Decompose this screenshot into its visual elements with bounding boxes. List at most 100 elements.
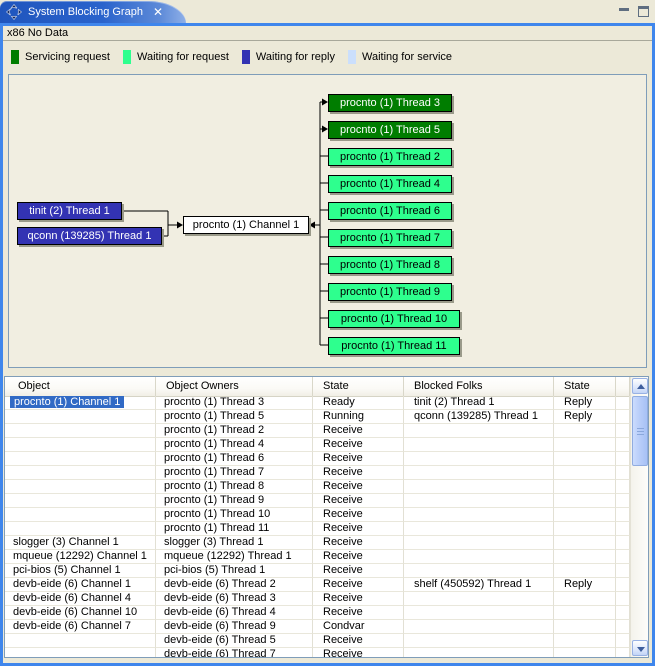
table-row[interactable]: procnto (1) Thread 6Receive bbox=[5, 452, 630, 466]
graph-node-right-thread[interactable]: procnto (1) Thread 8 bbox=[328, 256, 452, 274]
table-cell bbox=[5, 452, 156, 466]
tab-title: System Blocking Graph bbox=[28, 6, 143, 18]
table-row[interactable]: devb-eide (6) Channel 1devb-eide (6) Thr… bbox=[5, 578, 630, 592]
table-row[interactable]: procnto (1) Thread 9Receive bbox=[5, 494, 630, 508]
legend-label: Servicing request bbox=[25, 51, 110, 63]
vertical-scrollbar[interactable] bbox=[630, 377, 648, 657]
column-header-state[interactable]: State bbox=[554, 377, 616, 396]
table-row[interactable]: devb-eide (6) Channel 4devb-eide (6) Thr… bbox=[5, 592, 630, 606]
table-cell: Receive bbox=[313, 550, 404, 564]
column-header-blocked-folks[interactable]: Blocked Folks bbox=[404, 377, 554, 396]
tab-close-icon[interactable]: ✕ bbox=[153, 6, 163, 18]
graph-node-right-thread[interactable]: procnto (1) Thread 11 bbox=[328, 337, 460, 355]
column-header-object-owners[interactable]: Object Owners bbox=[156, 377, 313, 396]
table-cell bbox=[616, 466, 630, 480]
table-cell: Receive bbox=[313, 564, 404, 578]
table-cell bbox=[5, 438, 156, 452]
table-row[interactable]: procnto (1) Thread 11Receive bbox=[5, 522, 630, 536]
table-row[interactable]: mqueue (12292) Channel 1mqueue (12292) T… bbox=[5, 550, 630, 564]
legend-item: Waiting for request bbox=[123, 50, 229, 64]
table-row[interactable]: procnto (1) Channel 1 procnto (1) Thread … bbox=[5, 396, 630, 410]
table-cell: Receive bbox=[313, 634, 404, 648]
table-cell: shelf (450592) Thread 1 bbox=[404, 578, 554, 592]
table-cell: devb-eide (6) Channel 4 bbox=[5, 592, 156, 606]
graph-node-left-thread[interactable]: qconn (139285) Thread 1 bbox=[17, 227, 162, 245]
table-cell: Ready bbox=[313, 396, 404, 410]
table-cell bbox=[5, 494, 156, 508]
scroll-up-button[interactable] bbox=[632, 378, 648, 394]
table-cell bbox=[554, 424, 616, 438]
legend-item: Waiting for service bbox=[348, 50, 452, 64]
table-cell bbox=[404, 606, 554, 620]
table-cell: mqueue (12292) Channel 1 bbox=[5, 550, 156, 564]
graph-node-right-thread[interactable]: procnto (1) Thread 10 bbox=[328, 310, 460, 328]
table-row[interactable]: procnto (1) Thread 2Receive bbox=[5, 424, 630, 438]
blocking-table: ObjectObject OwnersStateBlocked FolksSta… bbox=[4, 376, 649, 658]
graph-node-right-thread[interactable]: procnto (1) Thread 2 bbox=[328, 148, 452, 166]
graph-node-right-thread[interactable]: procnto (1) Thread 7 bbox=[328, 229, 452, 247]
table-row[interactable]: devb-eide (6) Thread 7Receive bbox=[5, 648, 630, 657]
table-cell bbox=[616, 396, 630, 410]
graph-node-right-thread[interactable]: procnto (1) Thread 5 bbox=[328, 121, 452, 139]
table-cell bbox=[5, 410, 156, 424]
table-cell bbox=[554, 592, 616, 606]
table-row[interactable]: devb-eide (6) Channel 7devb-eide (6) Thr… bbox=[5, 620, 630, 634]
up-arrow-icon bbox=[637, 384, 645, 389]
table-cell bbox=[5, 634, 156, 648]
legend-swatch-icon bbox=[348, 50, 356, 64]
table-row[interactable]: devb-eide (6) Thread 5Receive bbox=[5, 634, 630, 648]
table-cell bbox=[554, 648, 616, 657]
table-row[interactable]: procnto (1) Thread 10Receive bbox=[5, 508, 630, 522]
table-cell: slogger (3) Thread 1 bbox=[156, 536, 313, 550]
table-cell: Receive bbox=[313, 424, 404, 438]
legend-label: Waiting for reply bbox=[256, 51, 335, 63]
table-row[interactable]: procnto (1) Thread 8Receive bbox=[5, 480, 630, 494]
table-cell: procnto (1) Thread 3 bbox=[156, 396, 313, 410]
table-row[interactable]: pci-bios (5) Channel 1pci-bios (5) Threa… bbox=[5, 564, 630, 578]
table-cell bbox=[404, 424, 554, 438]
table-row[interactable]: procnto (1) Thread 7Receive bbox=[5, 466, 630, 480]
table-cell bbox=[404, 634, 554, 648]
table-cell: procnto (1) Channel 1 bbox=[5, 396, 156, 410]
graph-node-right-thread[interactable]: procnto (1) Thread 4 bbox=[328, 175, 452, 193]
graph-node-left-thread[interactable]: tinit (2) Thread 1 bbox=[17, 202, 122, 220]
tab-system-blocking-graph[interactable]: System Blocking Graph ✕ bbox=[0, 1, 186, 23]
view-content: x86 No Data Servicing requestWaiting for… bbox=[0, 23, 655, 666]
table-cell: procnto (1) Thread 2 bbox=[156, 424, 313, 438]
thumb-grip-icon bbox=[637, 428, 644, 429]
table-cell: Reply bbox=[554, 396, 616, 410]
minimize-icon[interactable] bbox=[619, 5, 630, 18]
table-cell bbox=[554, 494, 616, 508]
scroll-down-button[interactable] bbox=[632, 640, 648, 656]
table-cell: Receive bbox=[313, 452, 404, 466]
table-cell bbox=[554, 438, 616, 452]
table-cell bbox=[404, 592, 554, 606]
table-row[interactable]: procnto (1) Thread 5Runningqconn (139285… bbox=[5, 410, 630, 424]
table-cell bbox=[404, 438, 554, 452]
column-header-state[interactable]: State bbox=[313, 377, 404, 396]
graph-node-right-thread[interactable]: procnto (1) Thread 3 bbox=[328, 94, 452, 112]
table-cell: procnto (1) Thread 8 bbox=[156, 480, 313, 494]
column-header-object[interactable]: Object bbox=[5, 377, 156, 396]
table-cell: procnto (1) Thread 4 bbox=[156, 438, 313, 452]
table-cell: Receive bbox=[313, 606, 404, 620]
table-cell bbox=[616, 452, 630, 466]
selected-cell[interactable]: procnto (1) Channel 1 bbox=[10, 396, 124, 408]
table-cell: Running bbox=[313, 410, 404, 424]
table-row[interactable]: devb-eide (6) Channel 10devb-eide (6) Th… bbox=[5, 606, 630, 620]
scrollbar-thumb[interactable] bbox=[632, 396, 648, 466]
table-row[interactable]: procnto (1) Thread 4Receive bbox=[5, 438, 630, 452]
table-cell: devb-eide (6) Thread 5 bbox=[156, 634, 313, 648]
table-cell bbox=[616, 480, 630, 494]
blocking-graph-canvas[interactable]: tinit (2) Thread 1 qconn (139285) Thread … bbox=[8, 74, 647, 368]
table-cell: procnto (1) Thread 5 bbox=[156, 410, 313, 424]
graph-node-right-thread[interactable]: procnto (1) Thread 9 bbox=[328, 283, 452, 301]
table-cell bbox=[616, 578, 630, 592]
table-row[interactable]: slogger (3) Channel 1slogger (3) Thread … bbox=[5, 536, 630, 550]
graph-node-channel[interactable]: procnto (1) Channel 1 bbox=[183, 216, 309, 234]
table-cell: procnto (1) Thread 11 bbox=[156, 522, 313, 536]
table-cell bbox=[404, 550, 554, 564]
graph-node-right-thread[interactable]: procnto (1) Thread 6 bbox=[328, 202, 452, 220]
maximize-icon[interactable] bbox=[638, 6, 649, 17]
table-cell: Receive bbox=[313, 438, 404, 452]
